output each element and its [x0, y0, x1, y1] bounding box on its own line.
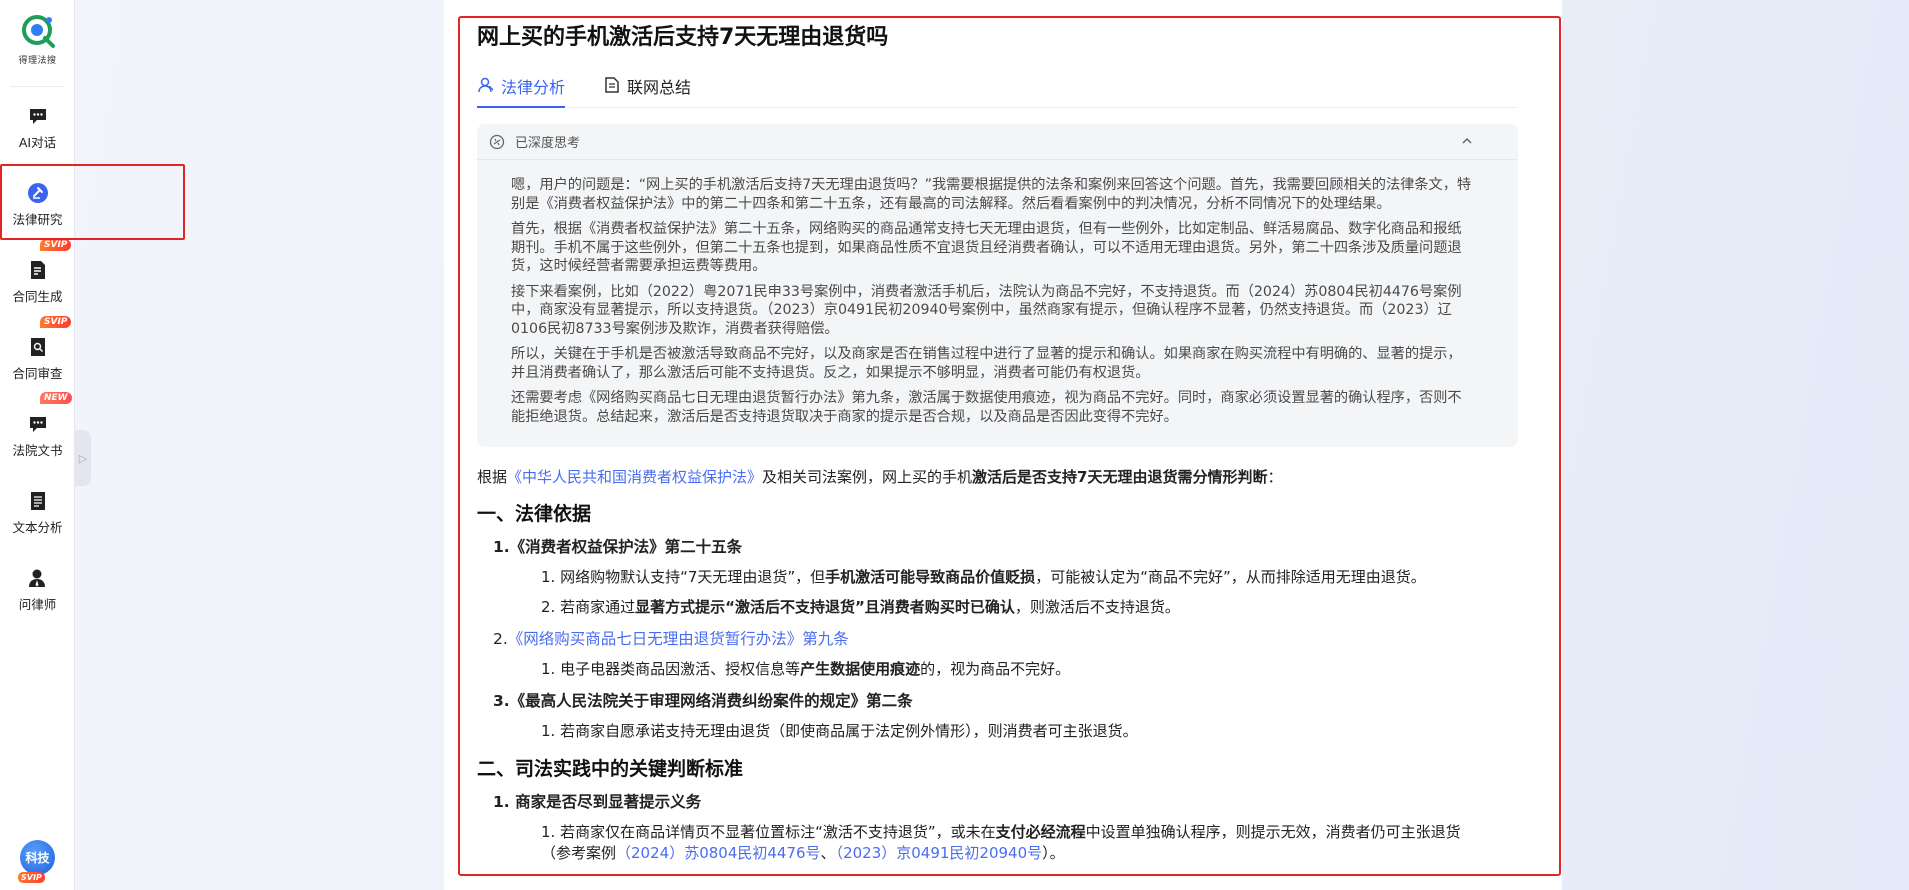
sidebar-item-label: 合同生成	[12, 289, 63, 304]
contract-review-icon	[27, 336, 49, 358]
logo[interactable]: 得理法搜	[0, 14, 75, 66]
sub-list-item: 1. 电子电器类商品因激活、授权信息等产生数据使用痕迹的，视为商品不完好。	[541, 660, 1071, 678]
question-title: 网上买的手机激活后支持7天无理由退货吗	[477, 25, 889, 50]
thinking-paragraph: 所以，关键在于手机是否被激活导致商品不完好，以及商家是否在销售过程中进行了显著的…	[511, 346, 1462, 381]
svip-badge: SVIP	[40, 239, 72, 251]
sidebar-item-court-document[interactable]: 法院文书	[0, 413, 75, 459]
list: 1.《消费者权益保护法》第二十五条 1. 网络购物默认支持“7天无理由退货”，但…	[493, 535, 1517, 742]
sidebar-item-label: 问律师	[18, 597, 57, 612]
list-item: 3.《最高人民法院关于审理网络消费纠纷案件的规定》第二条	[493, 692, 913, 710]
answer-intro: 根据《中华人民共和国消费者权益保护法》及相关司法案例，网上买的手机激活后是否支持…	[477, 467, 1517, 487]
tab-label: 联网总结	[627, 78, 692, 97]
list-item: 1. 商家是否尽到显著提示义务	[493, 793, 702, 811]
sub-list: 1. 若商家自愿承诺支持无理由退货（即使商品属于法定例外情形），则消费者可主张退…	[541, 721, 1517, 742]
sidebar-item-ask-lawyer[interactable]: 问律师	[0, 567, 75, 613]
sub-list-item: 1. 若商家仅在商品详情页不显著位置标注“激活不支持退货”，或未在支付必经流程中…	[541, 823, 1461, 862]
sub-list: 1. 网络购物默认支持“7天无理由退货”，但手机激活可能导致商品价值贬损，可能被…	[541, 567, 1517, 618]
sidebar-item-contract-review[interactable]: 合同审查	[0, 336, 75, 382]
sidebar: 得理法搜 AI对话 法律研究 SVIP 合同生成 SVIP 合同审查 NEW 法…	[0, 0, 75, 890]
tab-legal-analysis[interactable]: 法律分析	[477, 74, 566, 108]
list-item: 2.《网络购买商品七日无理由退货暂行办法》第九条	[493, 630, 849, 648]
tab-label: 法律分析	[501, 78, 566, 97]
intro-bold-text: 激活后是否支持7天无理由退货需分情形判断	[972, 468, 1268, 486]
section-heading: 一、法律依据	[477, 503, 592, 525]
thinking-paragraph: 接下来看案例，比如（2022）粤2071民申33号案例中，消费者激活手机后，法院…	[511, 283, 1462, 337]
thinking-paragraph: 嗯，用户的问题是：“网上买的手机激活后支持7天无理由退货吗？”我需要根据提供的法…	[511, 177, 1472, 212]
new-badge: NEW	[40, 392, 72, 404]
tab-bar: 法律分析 联网总结	[477, 74, 1517, 108]
chat-icon	[27, 105, 49, 127]
sidebar-item-label: 合同审查	[12, 366, 63, 381]
divider	[10, 86, 65, 87]
sidebar-item-ai-chat[interactable]: AI对话	[0, 105, 75, 151]
chevron-right-icon: ▷	[78, 451, 88, 465]
thinking-icon	[489, 134, 505, 149]
svip-badge: SVIP	[18, 872, 45, 883]
avatar[interactable]: 科技	[20, 840, 55, 875]
section-heading: 二、司法实践中的关键判断标准	[477, 758, 744, 780]
case-link[interactable]: （2023）京0491民初20940号	[836, 844, 1043, 862]
intro-text: 根据	[477, 468, 508, 486]
tab-web-summary[interactable]: 联网总结	[603, 74, 691, 108]
highlight-box	[0, 164, 185, 240]
court-document-icon	[27, 413, 49, 435]
list-item: 1.《消费者权益保护法》第二十五条	[493, 538, 743, 556]
sub-list: 1. 若商家仅在商品详情页不显著位置标注“激活不支持退货”，或未在支付必经流程中…	[541, 822, 1517, 864]
logo-icon	[19, 14, 57, 50]
chevron-up-icon[interactable]	[1460, 134, 1474, 148]
contract-generate-icon	[27, 259, 49, 281]
sidebar-item-label: AI对话	[18, 135, 57, 150]
intro-text: ：	[1267, 468, 1283, 486]
document-icon	[605, 77, 619, 93]
deep-thinking-header[interactable]: 已深度思考	[477, 124, 1518, 160]
thinking-paragraph: 还需要考虑《网络购买商品七日无理由退货暂行办法》第九条，激活属于数据使用痕迹，视…	[511, 390, 1462, 425]
case-link[interactable]: （2024）苏0804民初4476号	[616, 844, 821, 862]
sidebar-item-label: 文本分析	[12, 520, 63, 535]
text-analysis-icon	[27, 490, 49, 512]
answer-content: 网上买的手机激活后支持7天无理由退货吗 法律分析 联网总结 已深度思考 嗯，用户…	[477, 22, 1518, 873]
sidebar-item-label: 法院文书	[12, 443, 63, 458]
law-link[interactable]: 《中华人民共和国消费者权益保护法》	[507, 468, 762, 486]
sub-list-item: 1. 若商家自愿承诺支持无理由退货（即使商品属于法定例外情形），则消费者可主张退…	[541, 722, 1138, 740]
thinking-paragraph: 首先，根据《消费者权益保护法》第二十五条，网络购买的商品通常支持七天无理由退货，…	[511, 221, 1462, 274]
regulation-link[interactable]: 《网络购买商品七日无理由退货暂行办法》第九条	[508, 630, 849, 648]
deep-thinking-label: 已深度思考	[515, 136, 581, 151]
sidebar-item-contract-generate[interactable]: 合同生成	[0, 259, 75, 305]
intro-text: 及相关司法案例，网上买的手机	[762, 468, 973, 486]
logo-text: 得理法搜	[18, 56, 57, 66]
list: 1. 商家是否尽到显著提示义务 1. 若商家仅在商品详情页不显著位置标注“激活不…	[493, 790, 1517, 864]
sub-list-item: 2. 若商家通过显著方式提示“激活后不支持退货”且消费者购买时已确认，则激活后不…	[541, 598, 1180, 616]
collapse-sidebar-button[interactable]: ▷	[75, 430, 91, 486]
sub-list: 1. 电子电器类商品因激活、授权信息等产生数据使用痕迹的，视为商品不完好。	[541, 659, 1517, 680]
svip-badge: SVIP	[40, 316, 72, 328]
answer-body: 根据《中华人民共和国消费者权益保护法》及相关司法案例，网上买的手机激活后是否支持…	[477, 467, 1517, 864]
sub-list-item: 1. 网络购物默认支持“7天无理由退货”，但手机激活可能导致商品价值贬损，可能被…	[541, 568, 1426, 586]
deep-thinking-panel: 已深度思考 嗯，用户的问题是：“网上买的手机激活后支持7天无理由退货吗？”我需要…	[477, 124, 1518, 447]
legal-analysis-icon	[478, 77, 494, 93]
deep-thinking-text: 嗯，用户的问题是：“网上买的手机激活后支持7天无理由退货吗？”我需要根据提供的法…	[477, 160, 1518, 426]
sidebar-item-text-analysis[interactable]: 文本分析	[0, 490, 75, 536]
ask-lawyer-icon	[27, 567, 49, 589]
